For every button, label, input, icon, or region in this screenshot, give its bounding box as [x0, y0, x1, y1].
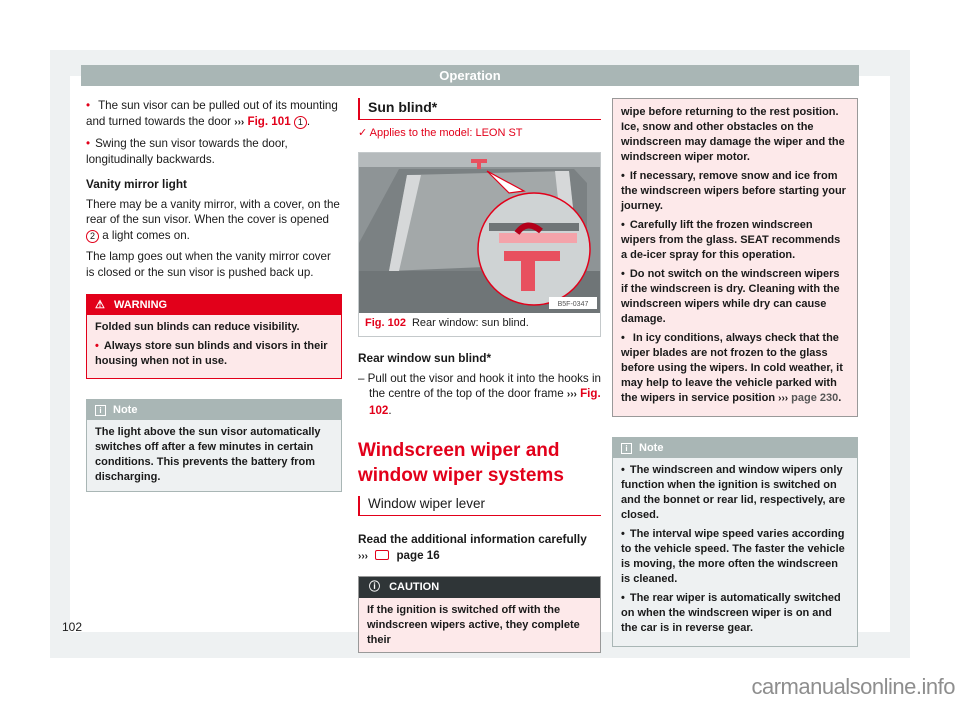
caution-label: CAUTION	[389, 581, 440, 593]
vanity-paragraph-1: There may be a vanity mirror, with a cov…	[86, 197, 342, 244]
column-1: The sun visor can be pulled out of its m…	[86, 98, 342, 492]
note-header: i Note	[613, 438, 857, 458]
caution-bullet: Do not switch on the windscreen wipers i…	[621, 267, 849, 327]
figure-number: Fig. 102	[365, 316, 406, 329]
caution-body: If the ignition is switched off with the…	[367, 604, 580, 646]
chapter-header: Operation	[81, 65, 859, 86]
note-body: The windscreen and window wipers only fu…	[613, 458, 857, 646]
window-wiper-lever-title: Window wiper lever	[358, 496, 601, 516]
column-3: wipe before returning to the rest positi…	[612, 98, 858, 647]
zoom-hook-stem	[521, 256, 535, 291]
warning-text: Folded sun blinds can reduce visibility.	[95, 321, 300, 333]
caution-icon: ⓘ	[369, 581, 380, 593]
sun-blind-illustration: B5F-0347	[359, 152, 600, 313]
callout-2: 2	[86, 229, 99, 243]
column-2: Sun blind* ✓ Applies to the model: LEON …	[358, 98, 601, 653]
vanity-heading: Vanity mirror light	[86, 177, 187, 191]
warning-header: ⚠ WARNING	[87, 295, 341, 315]
caution-continued-box: wipe before returning to the rest positi…	[612, 98, 858, 417]
caution-continued-text: wipe before returning to the rest positi…	[621, 106, 845, 163]
book-icon	[375, 549, 390, 560]
note-bullet: The interval wipe speed varies according…	[621, 527, 849, 587]
caution-bullet: Carefully lift the frozen windscreen wip…	[621, 218, 849, 263]
info-icon: i	[621, 443, 632, 454]
note-header: i Note	[87, 400, 341, 420]
ref-arrows: ›››	[234, 116, 245, 128]
caution-box: ⓘ CAUTION If the ignition is switched of…	[358, 576, 601, 653]
applies-to-model: ✓ Applies to the model: LEON ST	[358, 126, 601, 142]
figure-caption: Fig. 102 Rear window: sun blind.	[359, 313, 600, 337]
page-number: 102	[62, 620, 83, 634]
fig-101-link[interactable]: Fig. 101	[247, 115, 290, 128]
section-title-sun-blind: Sun blind*	[358, 98, 601, 120]
callout-1: 1	[293, 115, 307, 129]
wiper-systems-title: Windscreen wiper and window wiper system…	[358, 440, 564, 486]
check-icon: ✓	[358, 127, 368, 139]
hook-small-stem	[477, 160, 481, 169]
note-box-wipers: i Note The windscreen and window wipers o…	[612, 437, 858, 647]
warning-box: ⚠ WARNING Folded sun blinds can reduce v…	[86, 294, 342, 379]
figure-caption-text: Rear window: sun blind.	[411, 316, 529, 329]
note-bullet: The windscreen and window wipers only fu…	[621, 463, 849, 523]
note-label: Note	[639, 442, 664, 454]
info-icon: i	[95, 405, 106, 416]
page-230-link[interactable]: page 230	[791, 392, 838, 404]
zoom-hook-bar	[499, 232, 577, 243]
note-bullet: The rear wiper is automatically switched…	[621, 591, 849, 636]
caution-bullet: If necessary, remove snow and ice from t…	[621, 169, 849, 214]
figure-102: B5F-0347 Fig. 102 Rear window: sun blind.	[358, 151, 601, 337]
ref-arrows: ›››	[358, 550, 368, 562]
warning-label: WARNING	[113, 299, 168, 311]
rear-window-heading: Rear window sun blind*	[358, 351, 492, 365]
text: a light comes on.	[99, 228, 190, 242]
note-body: The light above the sun visor automatica…	[95, 426, 321, 483]
read-more: Read the additional information carefull…	[358, 532, 587, 546]
note-label: Note	[113, 404, 138, 416]
note-box: i Note The light above the sun visor auto…	[86, 399, 342, 492]
bullet-swing: Swing the sun visor towards the door, lo…	[86, 136, 342, 167]
bullet-pull-out: The sun visor can be pulled out of its m…	[86, 98, 342, 130]
rear-window-step: – Pull out the visor and hook it into th…	[358, 371, 601, 417]
warning-icon: ⚠	[95, 299, 105, 311]
warning-bullet: Always store sun blinds and visors in th…	[95, 339, 333, 369]
read-more-ref: ››› page 16	[358, 548, 601, 565]
caution-header: ⓘ CAUTION	[359, 577, 600, 598]
ref-arrows: ›››	[566, 389, 577, 400]
watermark: carmanualsonline.info	[751, 674, 955, 699]
page-16-link[interactable]: page 16	[396, 549, 439, 562]
ref-arrows: ›››	[778, 393, 789, 404]
figure-code: B5F-0347	[558, 301, 589, 308]
applies-text: Applies to the model: LEON ST	[369, 127, 523, 139]
warning-body: Folded sun blinds can reduce visibility.…	[87, 315, 341, 378]
vanity-paragraph-2: The lamp goes out when the vanity mirror…	[86, 250, 331, 279]
text: There may be a vanity mirror, with a cov…	[86, 197, 340, 227]
caution-bullet-last: In icy conditions, always check that the…	[621, 331, 849, 406]
